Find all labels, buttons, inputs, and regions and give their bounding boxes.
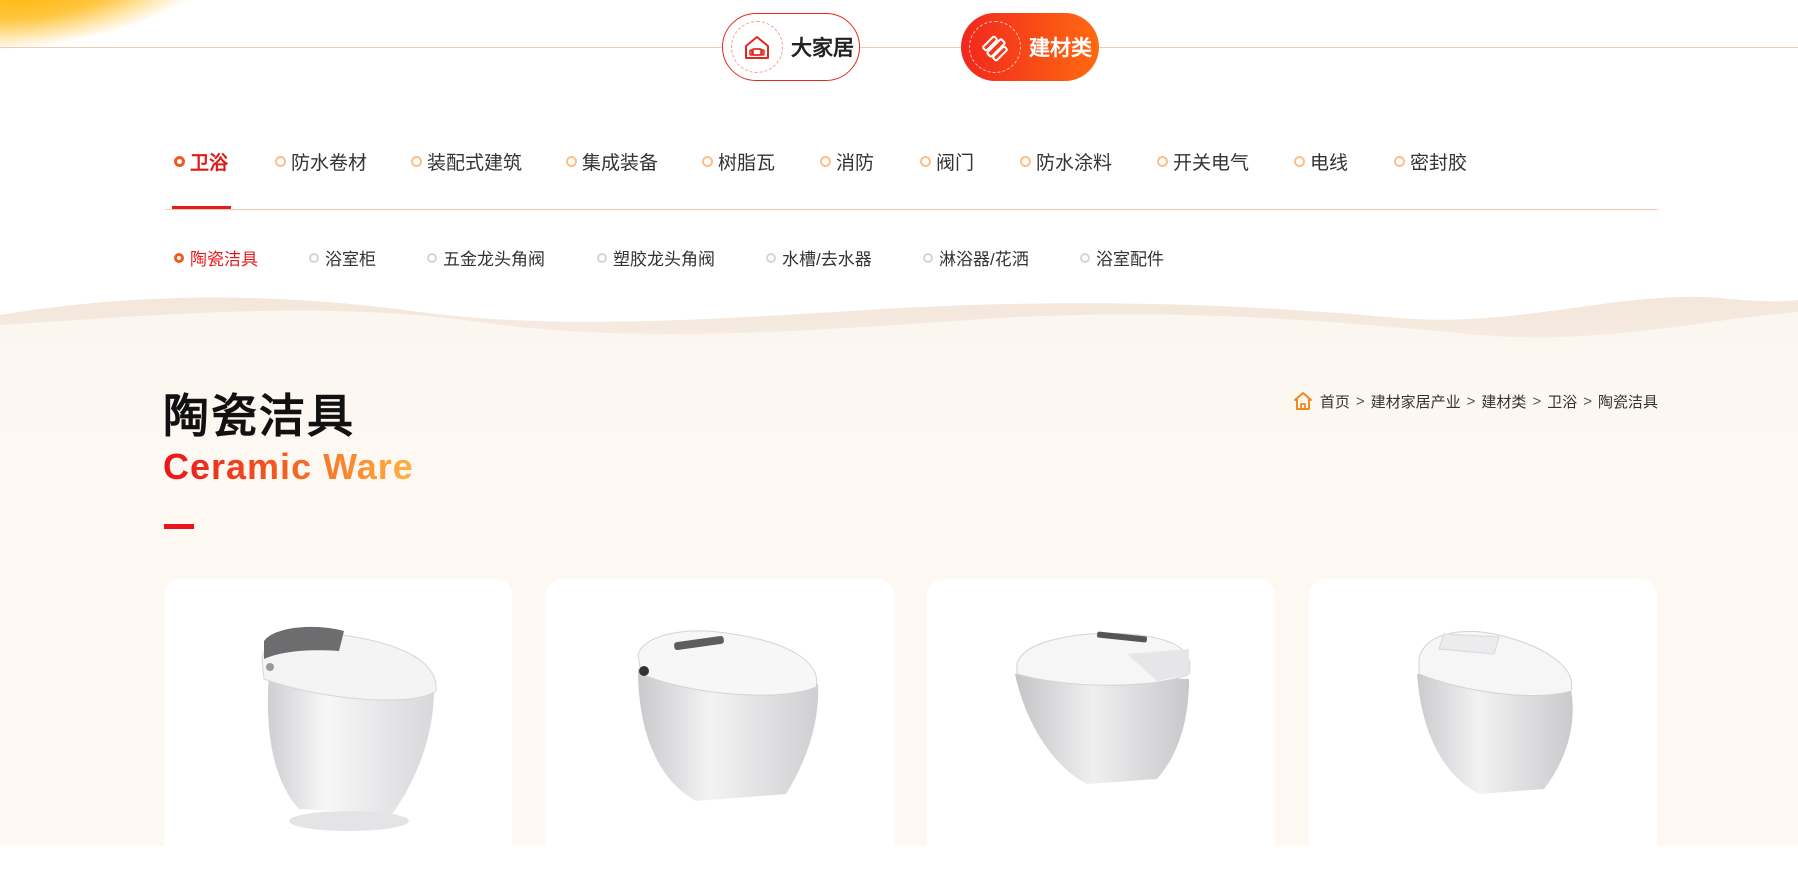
category-label: 开关电气	[1173, 153, 1250, 174]
subcategory-nav: 陶瓷洁具 浴室柜 五金龙头角阀 塑胶龙头角阀 水槽/去水器 淋浴器/花洒 浴室配…	[165, 245, 1658, 275]
subcategory-label: 五金龙头角阀	[443, 250, 545, 269]
category-item-waterproof-coating[interactable]: 防水涂料	[1020, 148, 1112, 175]
subcategory-item-ceramic-ware[interactable]: 陶瓷洁具	[174, 245, 258, 270]
category-item-fire-protection[interactable]: 消防	[820, 148, 874, 175]
radio-dot-icon	[427, 252, 437, 263]
subcategory-label: 水槽/去水器	[782, 250, 872, 269]
tab-building-materials[interactable]: 建材类	[961, 13, 1099, 81]
category-item-valves[interactable]: 阀门	[920, 148, 974, 175]
product-card[interactable]	[1309, 579, 1657, 869]
category-item-switches-electrical[interactable]: 开关电气	[1157, 148, 1249, 175]
subcategory-item-metal-faucet-valve[interactable]: 五金龙头角阀	[427, 245, 545, 270]
breadcrumb-link-sanitary[interactable]: 卫浴	[1547, 391, 1577, 412]
category-item-sanitary[interactable]: 卫浴	[174, 148, 228, 175]
subcategory-label: 淋浴器/花洒	[939, 250, 1029, 269]
category-item-prefab-building[interactable]: 装配式建筑	[411, 148, 522, 175]
category-item-sealant[interactable]: 密封胶	[1394, 148, 1467, 175]
category-label: 装配式建筑	[427, 153, 523, 174]
breadcrumb-current: 陶瓷洁具	[1597, 393, 1658, 411]
house-sofa-icon	[731, 21, 783, 73]
product-image-smart-toilet	[637, 630, 819, 801]
category-label: 树脂瓦	[718, 153, 776, 174]
category-item-wires[interactable]: 电线	[1294, 148, 1348, 175]
title-accent-bar	[164, 524, 194, 529]
radio-dot-icon	[766, 252, 776, 263]
subcategory-item-bathroom-accessories[interactable]: 浴室配件	[1080, 245, 1164, 270]
subcategory-item-bathroom-cabinet[interactable]: 浴室柜	[309, 245, 376, 270]
tab-home-furnishing[interactable]: 大家居	[722, 13, 860, 81]
subcategory-label: 浴室柜	[325, 250, 376, 269]
radio-dot-icon	[566, 156, 577, 167]
category-label: 电线	[1310, 153, 1349, 174]
category-nav: 卫浴 防水卷材 装配式建筑 集成装备 树脂瓦 消防 阀门 防水涂料 开关电气 电…	[165, 140, 1658, 210]
product-card[interactable]	[546, 579, 894, 869]
category-item-resin-tile[interactable]: 树脂瓦	[702, 148, 775, 175]
radio-dot-icon	[1020, 156, 1031, 167]
subcategory-label: 陶瓷洁具	[190, 250, 258, 269]
category-label: 消防	[836, 153, 875, 174]
radio-dot-icon	[174, 156, 185, 167]
tab-home-furnishing-label: 大家居	[791, 37, 854, 60]
radio-dot-icon	[411, 156, 422, 167]
breadcrumb: 首页 > 建材家居产业 > 建材类 > 卫浴 > 陶瓷洁具	[1292, 390, 1658, 412]
radio-dot-icon	[597, 252, 607, 263]
home-icon	[1293, 392, 1312, 410]
category-label: 密封胶	[1410, 153, 1468, 174]
decorative-swoosh	[0, 0, 226, 58]
breadcrumb-separator: >	[1466, 392, 1476, 410]
product-image-smart-toilet	[261, 626, 437, 831]
subcategory-item-plastic-faucet-valve[interactable]: 塑胶龙头角阀	[597, 245, 715, 270]
category-label: 防水卷材	[291, 153, 368, 174]
page-title: 陶瓷洁具	[163, 390, 355, 442]
category-label: 防水涂料	[1036, 153, 1113, 174]
radio-dot-icon	[1080, 252, 1090, 263]
subcategory-item-sink-drain[interactable]: 水槽/去水器	[766, 245, 872, 270]
breadcrumb-link-home[interactable]: 首页	[1320, 391, 1350, 412]
bricks-icon	[969, 21, 1021, 73]
radio-dot-icon	[309, 252, 319, 263]
breadcrumb-separator: >	[1583, 392, 1592, 410]
tab-building-materials-label: 建材类	[1029, 37, 1092, 60]
radio-dot-icon	[1294, 156, 1305, 167]
subcategory-label: 塑胶龙头角阀	[613, 250, 715, 269]
radio-dot-icon	[702, 156, 713, 167]
category-item-integrated-equipment[interactable]: 集成装备	[566, 148, 658, 175]
product-image-smart-toilet	[1015, 631, 1191, 784]
breadcrumb-link-building-materials[interactable]: 建材类	[1481, 391, 1526, 412]
radio-dot-icon	[174, 252, 184, 263]
subcategory-item-shower[interactable]: 淋浴器/花洒	[923, 245, 1029, 270]
breadcrumb-separator: >	[1355, 392, 1365, 410]
product-image-smart-toilet	[1417, 631, 1573, 794]
top-divider-line	[0, 47, 1798, 48]
radio-dot-icon	[1394, 156, 1405, 167]
page-subtitle: Ceramic Ware	[163, 446, 414, 487]
category-label: 阀门	[936, 153, 975, 174]
category-item-waterproof-membrane[interactable]: 防水卷材	[275, 148, 367, 175]
category-label: 卫浴	[190, 153, 229, 174]
category-divider	[165, 209, 1658, 210]
category-label: 集成装备	[582, 153, 659, 174]
product-card[interactable]	[164, 579, 512, 869]
radio-dot-icon	[1157, 156, 1168, 167]
radio-dot-icon	[820, 156, 831, 167]
radio-dot-icon	[920, 156, 931, 167]
subcategory-label: 浴室配件	[1096, 250, 1164, 269]
breadcrumb-separator: >	[1532, 392, 1542, 410]
radio-dot-icon	[923, 252, 933, 263]
radio-dot-icon	[275, 156, 286, 167]
breadcrumb-link-industry[interactable]: 建材家居产业	[1371, 391, 1461, 412]
product-card[interactable]	[927, 579, 1275, 869]
